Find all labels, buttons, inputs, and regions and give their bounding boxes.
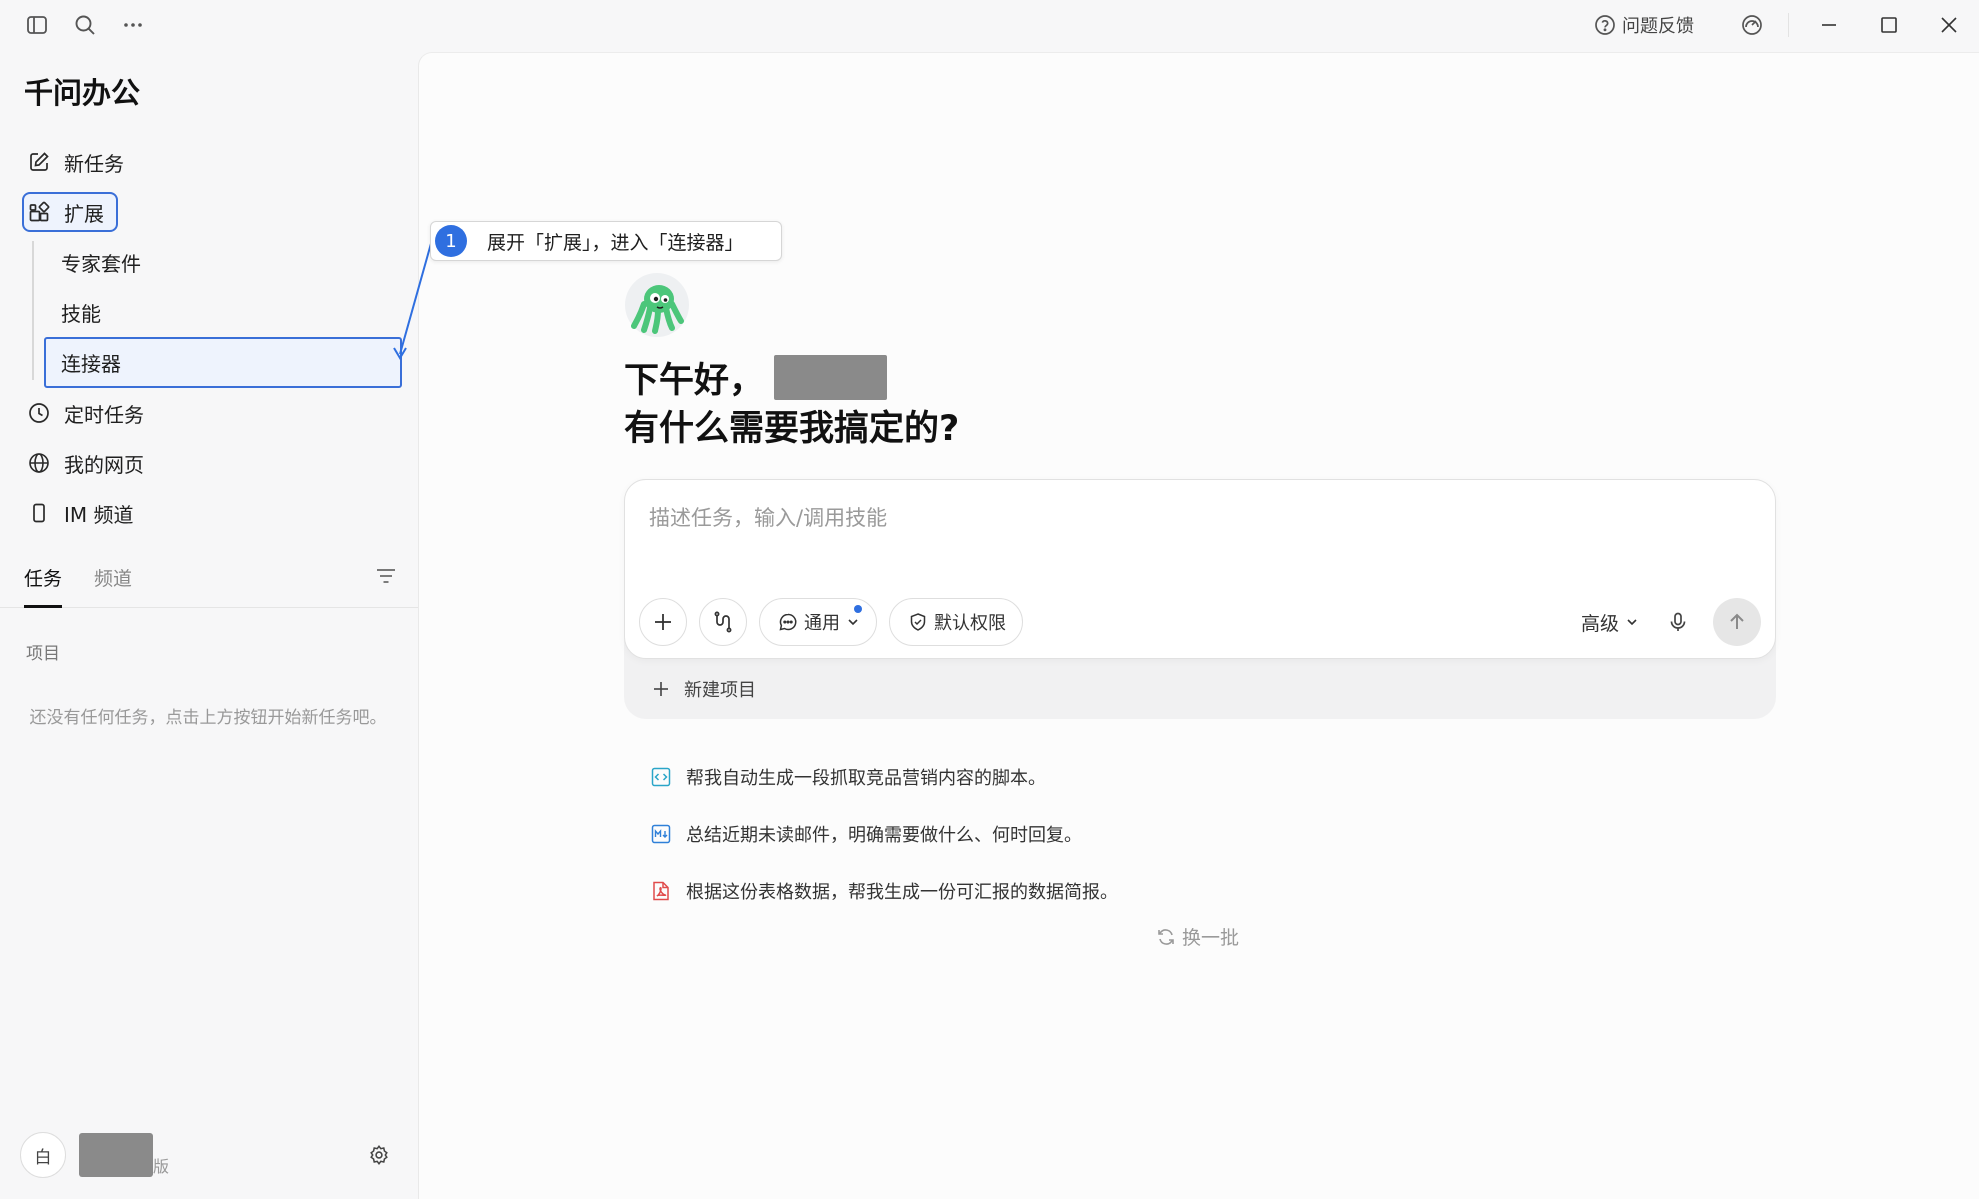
permission-label: 默认权限 (934, 613, 1006, 634)
advanced-label: 高级 (1580, 612, 1619, 635)
suggestion-text: 帮我自动生成一段抓取竞品营销内容的脚本。 (686, 767, 1046, 789)
markdown-file-icon (651, 824, 671, 843)
clock-icon (26, 400, 52, 426)
refresh-suggestions-button[interactable]: 换一批 (1156, 923, 1239, 950)
new-project-label: 新建项目 (684, 680, 756, 701)
sidebar-item-new-task[interactable]: 新任务 (22, 137, 402, 187)
suggestion-text: 总结近期未读邮件，明确需要做什么、何时回复。 (686, 824, 1082, 846)
step-number-badge: 1 (435, 225, 467, 257)
sidebar-item-expert-suite[interactable]: 专家套件 (32, 237, 402, 287)
sidebar-item-label: IM 频道 (64, 502, 134, 527)
suggestion-item[interactable]: 总结近期未读邮件，明确需要做什么、何时回复。 (650, 805, 1118, 862)
divider (1788, 13, 1789, 37)
new-project-button[interactable]: 新建项目 (652, 676, 756, 702)
shield-icon (910, 613, 926, 631)
sidebar-nav: 新任务 扩展 专家套件 技能 连接器 定时任务 我的网页 IM 频道 (22, 137, 402, 538)
add-attachment-button[interactable] (639, 598, 687, 646)
notification-dot (854, 605, 862, 613)
connector-tools-button[interactable] (699, 598, 747, 646)
greeting-line-1: 下午好， (624, 352, 888, 403)
maximize-icon[interactable] (1859, 8, 1919, 42)
connector-icon (714, 611, 732, 633)
projects-section-label: 项目 (26, 644, 60, 664)
sidebar-item-extensions[interactable]: 扩展 (22, 192, 118, 232)
sidebar-item-skills[interactable]: 技能 (32, 287, 402, 337)
phone-icon (26, 500, 52, 526)
sidebar-item-im-channel[interactable]: IM 频道 (22, 488, 402, 538)
chevron-down-icon (848, 619, 858, 626)
task-input[interactable] (649, 506, 1649, 530)
composer: 通用 默认权限 高级 (624, 479, 1776, 659)
user-row: 白 版 (20, 1131, 400, 1179)
refresh-icon (1158, 928, 1174, 945)
advanced-dropdown[interactable]: 高级 (1581, 609, 1639, 636)
greeting-text: 下午好， (624, 361, 765, 401)
pdf-file-icon (653, 881, 669, 900)
sidebar-item-connectors[interactable]: 连接器 (44, 337, 402, 388)
edit-icon (26, 149, 52, 175)
app-title: 千问办公 (24, 76, 141, 110)
globe-icon (26, 450, 52, 476)
feedback-label: 问题反馈 (1622, 16, 1694, 37)
composer-container: 通用 默认权限 高级 新建项目 (624, 479, 1776, 719)
plus-icon (655, 614, 671, 630)
redacted-username (774, 355, 888, 400)
suggestion-text: 根据这份表格数据，帮我生成一份可汇报的数据简报。 (686, 881, 1118, 903)
settings-gear-icon[interactable] (368, 1144, 390, 1166)
greeting-line-2: 有什么需要我搞定的? (624, 409, 960, 449)
suggestion-list: 帮我自动生成一段抓取竞品营销内容的脚本。 总结近期未读邮件，明确需要做什么、何时… (650, 748, 1118, 919)
sidebar-item-label: 我的网页 (64, 452, 144, 477)
sidebar-item-label: 扩展 (64, 201, 104, 226)
sidebar: 千问办公 新任务 扩展 专家套件 技能 连接器 定时任务 我的网页 IM 频道 … (0, 0, 418, 1199)
sidebar-item-label: 新任务 (64, 151, 124, 176)
sidebar-item-scheduled-tasks[interactable]: 定时任务 (22, 388, 402, 438)
sidebar-item-label: 定时任务 (64, 402, 144, 427)
filter-icon[interactable] (374, 564, 398, 588)
composer-toolbar: 通用 默认权限 高级 (639, 598, 1761, 646)
tutorial-callout: 1 展开「扩展」，进入「连接器」 (430, 221, 782, 261)
redacted-username (79, 1133, 153, 1177)
close-icon[interactable] (1919, 8, 1979, 42)
edition-label: 版 (153, 1157, 170, 1176)
permission-button[interactable]: 默认权限 (889, 598, 1023, 646)
microphone-icon[interactable] (1667, 611, 1689, 633)
suggestion-item[interactable]: 帮我自动生成一段抓取竞品营销内容的脚本。 (650, 748, 1118, 805)
tab-channels[interactable]: 频道 (94, 564, 132, 605)
dashboard-icon[interactable] (1732, 8, 1772, 42)
chevron-down-icon (1627, 619, 1637, 626)
extensions-icon (26, 199, 52, 225)
topbar-right-tools: 问题反馈 (1594, 8, 1979, 42)
plus-icon (654, 682, 668, 696)
arrow-up-icon (1730, 613, 1744, 629)
extensions-subnav: 专家套件 技能 连接器 (32, 237, 402, 388)
callout-text: 展开「扩展」，进入「连接器」 (487, 231, 744, 254)
send-button[interactable] (1713, 598, 1761, 646)
suggestion-item[interactable]: 根据这份表格数据，帮我生成一份可汇报的数据简报。 (650, 862, 1118, 919)
mascot-octopus-icon (624, 272, 690, 338)
mode-select-button[interactable]: 通用 (759, 598, 877, 646)
mode-label: 通用 (804, 613, 840, 634)
tab-tasks[interactable]: 任务 (24, 564, 63, 608)
avatar[interactable]: 白 (20, 1132, 66, 1178)
chat-bubble-icon (779, 613, 797, 631)
empty-tasks-message: 还没有任何任务，点击上方按钮开始新任务吧。 (29, 708, 387, 728)
feedback-button[interactable]: 问题反馈 (1594, 12, 1694, 38)
minimize-icon[interactable] (1799, 8, 1859, 42)
sidebar-tabs: 任务 频道 (0, 556, 418, 608)
help-circle-icon (1595, 15, 1615, 35)
refresh-label: 换一批 (1182, 927, 1240, 949)
code-file-icon (651, 767, 671, 786)
sidebar-item-my-webpages[interactable]: 我的网页 (22, 438, 402, 488)
